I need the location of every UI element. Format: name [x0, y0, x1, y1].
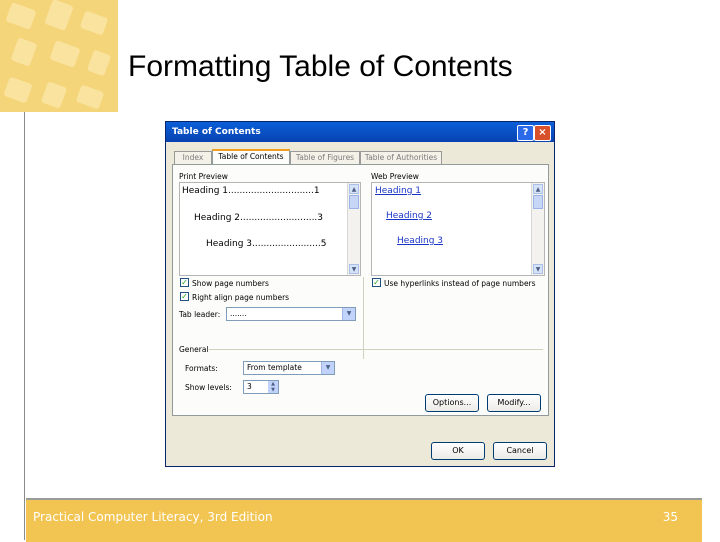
scroll-thumb[interactable] — [349, 195, 359, 209]
web-preview-heading-link[interactable]: Heading 1 — [375, 186, 421, 196]
tab-leader-value: ....... — [230, 309, 247, 318]
footer-text: Practical Computer Literacy, 3rd Edition — [33, 510, 273, 524]
general-group-label: General — [179, 345, 209, 354]
scroll-up-icon[interactable]: ▲ — [533, 184, 543, 194]
print-preview-dots: .............................. — [228, 186, 314, 196]
slide-footer: Practical Computer Literacy, 3rd Edition… — [26, 498, 702, 542]
web-preview-heading-link[interactable]: Heading 3 — [397, 236, 443, 246]
show-page-numbers-label: Show page numbers — [192, 279, 269, 288]
help-button[interactable]: ? — [517, 125, 534, 141]
show-page-numbers-checkbox[interactable]: ✓ — [180, 278, 189, 287]
tab-index[interactable]: Index — [174, 151, 212, 164]
print-preview-page: 3 — [317, 213, 324, 223]
chevron-down-icon[interactable]: ▼ — [321, 362, 334, 374]
print-preview-heading: Heading 3 — [206, 239, 253, 249]
tab-leader-select[interactable]: ....... ▼ — [226, 307, 356, 321]
dialog-title: Table of Contents — [172, 127, 261, 137]
column-divider — [363, 277, 364, 359]
tab-panel: Print Preview Heading 1.................… — [172, 164, 549, 416]
slide-title: Formatting Table of Contents — [128, 50, 513, 83]
print-preview-dots: ........................ — [252, 239, 321, 249]
print-preview-dots: ........................... — [240, 213, 318, 223]
show-levels-spinner[interactable]: 3 ▲ ▼ — [243, 380, 279, 394]
use-hyperlinks-label: Use hyperlinks instead of page numbers — [384, 279, 536, 288]
use-hyperlinks-checkbox[interactable]: ✓ — [372, 278, 381, 287]
formats-select[interactable]: From template ▼ — [243, 361, 335, 375]
print-preview-label: Print Preview — [179, 172, 228, 181]
ok-button[interactable]: OK — [431, 442, 485, 460]
web-preview-label: Web Preview — [371, 172, 419, 181]
print-preview-line: Heading 3........................5 — [206, 239, 326, 249]
corner-decoration — [0, 0, 118, 112]
general-divider — [209, 349, 543, 350]
print-preview-box: Heading 1..............................1… — [179, 182, 361, 276]
web-preview-heading-link[interactable]: Heading 2 — [386, 211, 432, 221]
dialog-titlebar[interactable]: Table of Contents ? × — [166, 122, 554, 142]
cancel-button[interactable]: Cancel — [493, 442, 547, 460]
modify-button[interactable]: Modify... — [487, 394, 541, 412]
web-preview-box: Heading 1 Heading 2 Heading 3 ▲ ▼ — [371, 182, 545, 276]
right-align-page-numbers-label: Right align page numbers — [192, 293, 290, 302]
tab-leader-label: Tab leader: — [179, 310, 221, 319]
close-button[interactable]: × — [534, 125, 551, 141]
formats-label: Formats: — [185, 364, 218, 373]
print-preview-page: 5 — [320, 239, 327, 249]
web-preview-scrollbar[interactable]: ▲ ▼ — [531, 183, 544, 275]
scroll-thumb[interactable] — [533, 195, 543, 209]
scroll-down-icon[interactable]: ▼ — [533, 264, 543, 274]
formats-value: From template — [247, 363, 302, 372]
table-of-contents-dialog: Table of Contents ? × Index Table of Con… — [165, 121, 555, 467]
print-preview-heading: Heading 2 — [194, 213, 241, 223]
tab-table-of-authorities[interactable]: Table of Authorities — [360, 151, 442, 164]
print-preview-heading: Heading 1 — [182, 186, 229, 196]
tab-table-of-figures[interactable]: Table of Figures — [290, 151, 360, 164]
scroll-down-icon[interactable]: ▼ — [349, 264, 359, 274]
right-align-page-numbers-checkbox[interactable]: ✓ — [180, 292, 189, 301]
slide-vertical-rule — [24, 112, 25, 540]
print-preview-scrollbar[interactable]: ▲ ▼ — [347, 183, 360, 275]
print-preview-line: Heading 2...........................3 — [194, 213, 323, 223]
chevron-down-icon[interactable]: ▼ — [342, 308, 355, 320]
print-preview-page: 1 — [313, 186, 320, 196]
spin-down-icon[interactable]: ▼ — [268, 387, 278, 393]
options-button[interactable]: Options... — [425, 394, 479, 412]
show-levels-label: Show levels: — [185, 383, 232, 392]
scroll-up-icon[interactable]: ▲ — [349, 184, 359, 194]
print-preview-line: Heading 1..............................1 — [182, 186, 320, 196]
page-number: 35 — [662, 510, 678, 524]
show-levels-value: 3 — [247, 382, 252, 391]
